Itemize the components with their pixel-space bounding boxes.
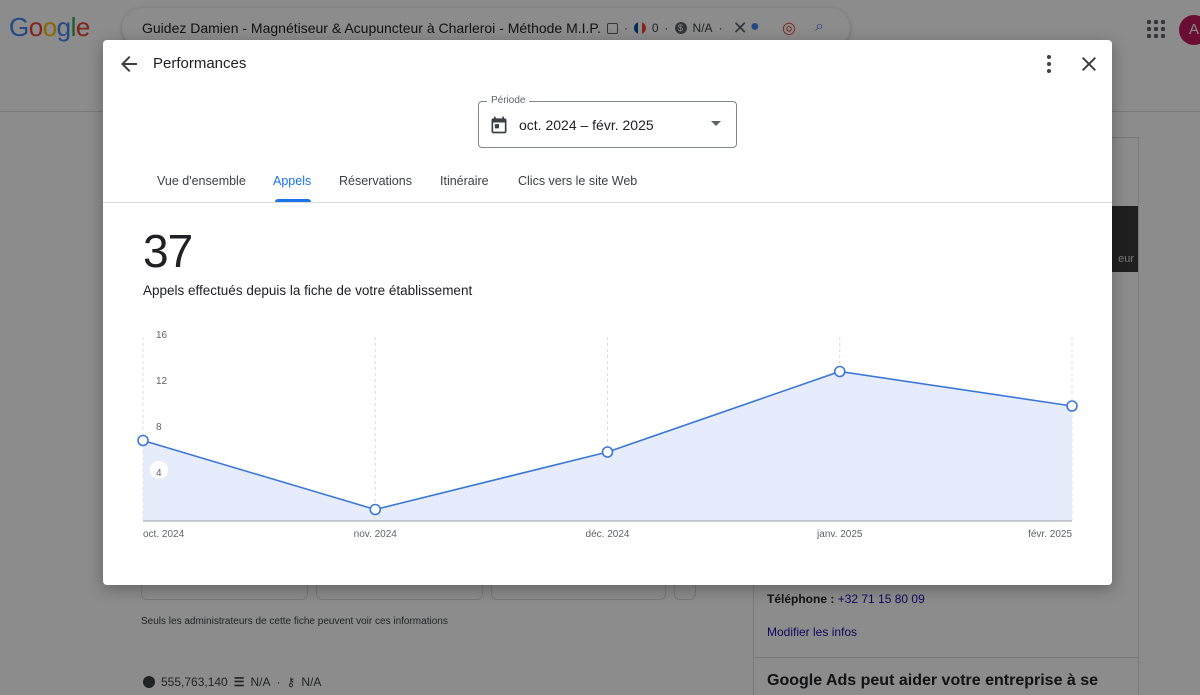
x-tick-label: oct. 2024 (143, 529, 185, 540)
y-tick-label: 16 (156, 330, 168, 341)
data-point (137, 434, 149, 447)
y-tick-label: 8 (156, 422, 162, 433)
data-point (601, 446, 614, 458)
data-point (1066, 400, 1078, 412)
performance-dialog: Performances Période oct. 2024 – févr. 2… (103, 40, 1112, 585)
data-point (833, 365, 846, 378)
x-tick-label: déc. 2024 (586, 529, 630, 540)
y-tick-label: 4 (156, 468, 162, 479)
calls-chart: 4 8 12 16 oct. 2024 nov. 2024 déc. 2024 janv. 2… (137, 330, 1078, 540)
x-tick-label: janv. 2025 (816, 529, 863, 540)
y-tick-label: 12 (156, 376, 168, 387)
x-tick-label: nov. 2024 (354, 529, 398, 540)
x-tick-label: févr. 2025 (1028, 529, 1072, 540)
data-point (369, 503, 382, 516)
